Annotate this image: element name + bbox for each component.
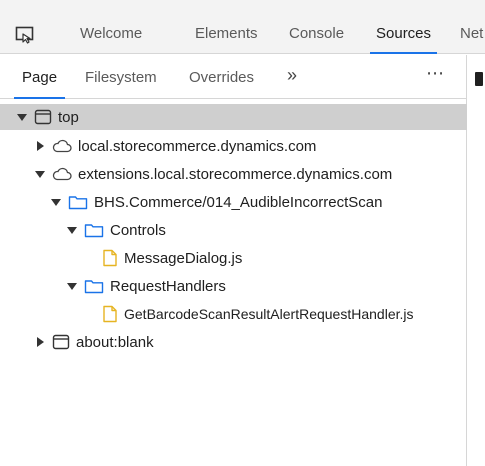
tree-node-label: GetBarcodeScanResultAlertRequestHandler.… — [124, 306, 414, 322]
page-file-tree: top local.storecommerce.dynamics.com ext… — [0, 104, 467, 356]
tree-node-label: about:blank — [76, 333, 154, 351]
device-cast-icon — [15, 26, 34, 44]
expand-arrow-icon[interactable] — [34, 170, 46, 178]
more-options-icon[interactable]: ⋯ — [426, 63, 445, 84]
devtools-main-tabbar: Welcome Elements Console Sources Net — [0, 14, 485, 54]
frame-icon — [52, 334, 70, 350]
tree-node-label: Controls — [110, 221, 166, 239]
expand-arrow-icon[interactable] — [16, 113, 28, 121]
more-tabs-chevron-icon[interactable]: » — [287, 65, 297, 86]
expand-arrow-icon[interactable] — [66, 226, 78, 234]
cloud-icon — [52, 139, 72, 153]
expand-arrow-icon[interactable] — [66, 282, 78, 290]
tree-node-getbarcode-file[interactable]: GetBarcodeScanResultAlertRequestHandler.… — [0, 300, 467, 328]
tree-node-label: RequestHandlers — [110, 277, 226, 295]
folder-icon — [84, 222, 104, 238]
folder-icon — [68, 194, 88, 210]
tab-sources[interactable]: Sources — [369, 14, 438, 54]
editor-pane-edge — [475, 72, 483, 86]
tree-node-local-domain[interactable]: local.storecommerce.dynamics.com — [0, 132, 467, 160]
sources-navigator-tabbar: Page Filesystem Overrides » ⋯ — [0, 55, 467, 99]
file-icon — [102, 249, 118, 267]
tree-node-label: top — [58, 108, 79, 126]
tab-overrides[interactable]: Overrides — [189, 55, 254, 99]
device-toggle-button[interactable] — [8, 22, 42, 48]
collapse-arrow-icon[interactable] — [34, 141, 46, 151]
tree-node-extensions-domain[interactable]: extensions.local.storecommerce.dynamics.… — [0, 160, 467, 188]
tree-node-bhs-folder[interactable]: BHS.Commerce/014_AudibleIncorrectScan — [0, 188, 467, 216]
tab-network[interactable]: Net — [460, 14, 483, 54]
tab-welcome[interactable]: Welcome — [80, 14, 142, 54]
cloud-icon — [52, 167, 72, 181]
tab-elements[interactable]: Elements — [195, 14, 258, 54]
expand-arrow-icon[interactable] — [50, 198, 62, 206]
file-icon — [102, 305, 118, 323]
tab-filesystem[interactable]: Filesystem — [85, 55, 157, 99]
tab-page[interactable]: Page — [13, 55, 66, 99]
tree-node-label: MessageDialog.js — [124, 249, 243, 267]
folder-icon — [84, 278, 104, 294]
tree-node-messagedialog-file[interactable]: MessageDialog.js — [0, 244, 467, 272]
tree-node-label: extensions.local.storecommerce.dynamics.… — [78, 165, 393, 183]
collapse-arrow-icon[interactable] — [34, 337, 46, 347]
tree-node-controls-folder[interactable]: Controls — [0, 216, 467, 244]
frame-icon — [34, 109, 52, 125]
tree-node-top[interactable]: top — [0, 104, 467, 130]
tree-node-label: local.storecommerce.dynamics.com — [78, 137, 317, 155]
tree-node-label: BHS.Commerce/014_AudibleIncorrectScan — [94, 193, 383, 211]
tab-console[interactable]: Console — [289, 14, 344, 54]
tree-node-requesthandlers-folder[interactable]: RequestHandlers — [0, 272, 467, 300]
window-top-edge — [0, 0, 485, 14]
tree-node-about-blank[interactable]: about:blank — [0, 328, 467, 356]
